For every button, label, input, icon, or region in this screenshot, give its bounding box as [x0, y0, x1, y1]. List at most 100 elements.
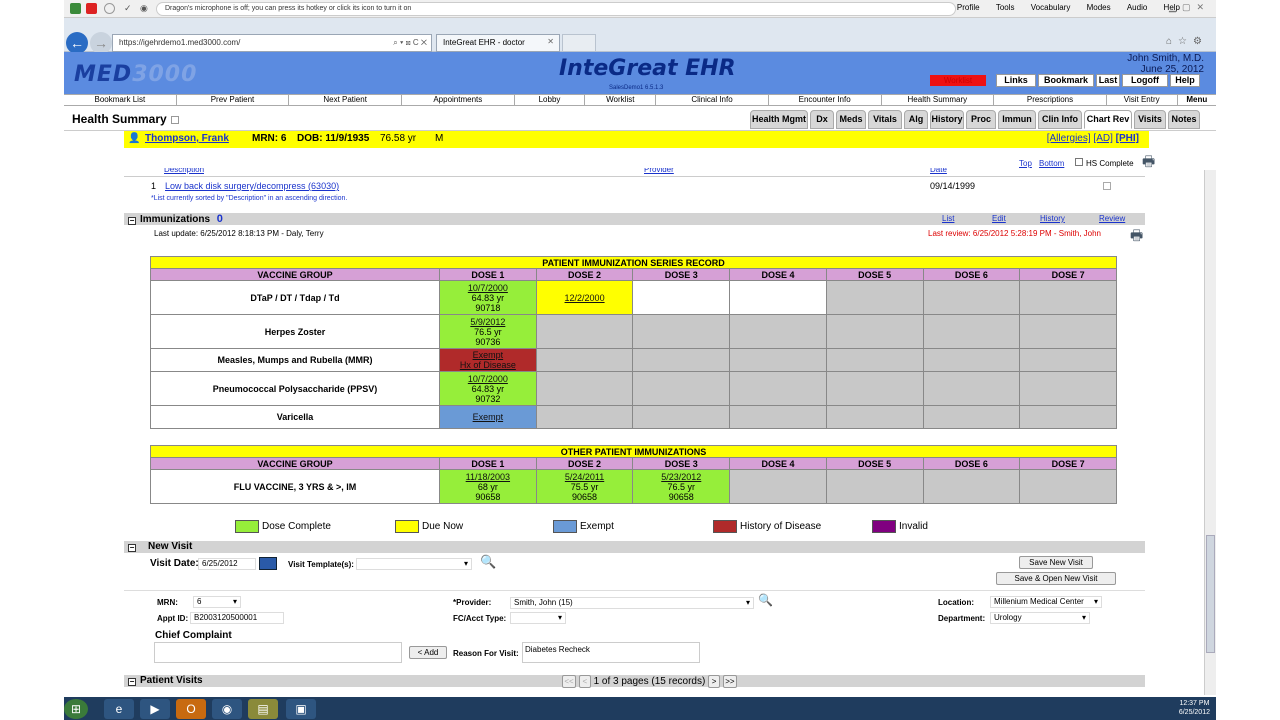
nav-health-summary[interactable]: Health Summary — [882, 95, 995, 105]
nav-encounter-info[interactable]: Encounter Info — [769, 95, 882, 105]
outlook-icon[interactable]: O — [176, 699, 206, 719]
tab-proc[interactable]: Proc — [966, 110, 996, 129]
search-icon[interactable]: 🔍 — [758, 593, 773, 607]
dose-cell-exempt[interactable]: Exempt — [439, 405, 537, 429]
tab-visits[interactable]: Visits — [1134, 110, 1166, 129]
dose-cell-complete[interactable]: 5/9/2012 76.5 yr 90736 — [439, 314, 537, 349]
bottom-link[interactable]: Bottom — [1039, 159, 1064, 168]
new-tab-button[interactable] — [562, 34, 596, 52]
nav-menu[interactable]: Menu — [1178, 95, 1216, 105]
nav-next-patient[interactable]: Next Patient — [289, 95, 402, 105]
forward-icon[interactable]: → — [90, 32, 112, 54]
save-new-visit-button[interactable]: Save New Visit — [1019, 556, 1093, 569]
nav-lobby[interactable]: Lobby — [515, 95, 586, 105]
tab-alg[interactable]: Alg — [904, 110, 928, 129]
procedure-link[interactable]: Low back disk surgery/decompress (63030) — [165, 181, 339, 191]
nav-bookmark-list[interactable]: Bookmark List — [64, 95, 177, 105]
search-icon[interactable]: 🔍 — [480, 554, 496, 570]
tab-vitals[interactable]: Vitals — [868, 110, 902, 129]
ie-icon[interactable]: e — [104, 699, 134, 719]
dragon-menu-audio[interactable]: Audio — [1127, 3, 1147, 12]
camera-icon[interactable]: ▣ — [286, 699, 316, 719]
department-select[interactable]: Urology — [990, 612, 1090, 624]
patient-name-link[interactable]: Thompson, Frank — [145, 133, 229, 144]
browser-tab[interactable]: InteGreat EHR - doctor ✕ — [436, 34, 560, 52]
fc-acct-select[interactable] — [510, 612, 566, 624]
printer-icon[interactable]: 🖶 — [1130, 225, 1143, 249]
dose-cell-complete[interactable]: 5/23/2012 76.5 yr 90658 — [632, 469, 731, 504]
calendar-icon[interactable] — [259, 557, 277, 570]
col-date[interactable]: Date — [930, 168, 947, 175]
tab-clin-info[interactable]: Clin Info — [1038, 110, 1082, 129]
nav-visit-entry[interactable]: Visit Entry — [1107, 95, 1178, 105]
tab-meds[interactable]: Meds — [836, 110, 866, 129]
dose-cell-complete[interactable]: 10/7/2000 64.83 yr 90732 — [439, 371, 537, 406]
history-link[interactable]: History — [1040, 213, 1065, 225]
tab-immun[interactable]: Immun — [998, 110, 1036, 129]
browser-icons[interactable]: ⌂☆⚙ — [1166, 36, 1208, 47]
worklist-button[interactable]: Worklist — [930, 75, 986, 86]
dose-cell-complete[interactable]: 11/18/2003 68 yr 90658 — [439, 469, 537, 504]
collapse-icon[interactable]: − — [128, 678, 136, 686]
dragon-menu-vocabulary[interactable]: Vocabulary — [1031, 3, 1071, 12]
tab-health-mgmt[interactable]: Health Mgmt — [750, 110, 808, 129]
col-description[interactable]: Description — [164, 168, 204, 175]
help-button[interactable]: Help — [1170, 74, 1200, 87]
tab-history[interactable]: History — [930, 110, 964, 129]
dragon-menu-tools[interactable]: Tools — [996, 3, 1015, 12]
col-provider[interactable]: Provider — [644, 168, 674, 175]
bookmark-button[interactable]: Bookmark — [1038, 74, 1094, 87]
mrn-select[interactable]: 6 — [193, 596, 241, 608]
dragon-menu-modes[interactable]: Modes — [1087, 3, 1111, 12]
record-icon[interactable] — [104, 3, 115, 14]
dose-cell-complete[interactable]: 10/7/2000 64.83 yr 90718 — [439, 280, 537, 315]
save-open-new-visit-button[interactable]: Save & Open New Visit — [996, 572, 1116, 585]
appt-id-input[interactable]: B2003120500001 — [190, 612, 284, 624]
first-page-button[interactable]: << — [562, 675, 576, 688]
dose-cell-due[interactable]: 12/2/2000 — [535, 280, 634, 315]
last-button[interactable]: Last — [1096, 74, 1120, 87]
tab-chart-rev[interactable]: Chart Rev — [1084, 110, 1132, 129]
close-icon[interactable]: ✕ — [547, 37, 554, 46]
scrollbar-thumb[interactable] — [1206, 535, 1215, 653]
prev-page-button[interactable]: < — [578, 675, 591, 688]
search-icon[interactable]: ⌕ ▾ ⊠ C ✕ — [393, 38, 427, 48]
check-icon[interactable]: ✓ — [124, 3, 135, 14]
nav-clinical-info[interactable]: Clinical Info — [656, 95, 769, 105]
location-select[interactable]: Millenium Medical Center — [990, 596, 1102, 608]
start-button[interactable]: ⊞ — [64, 699, 88, 719]
dose-cell-empty[interactable] — [729, 280, 827, 315]
tab-dx[interactable]: Dx — [810, 110, 834, 129]
nav-prev-patient[interactable]: Prev Patient — [177, 95, 290, 105]
tab-notes[interactable]: Notes — [1168, 110, 1200, 129]
scrollbar[interactable] — [1204, 170, 1216, 695]
speaker-icon[interactable]: ◉ — [140, 3, 151, 14]
list-link[interactable]: List — [942, 213, 954, 225]
top-link[interactable]: Top — [1019, 159, 1032, 168]
ad-link[interactable]: [AD] — [1093, 133, 1112, 144]
edit-link[interactable]: Edit — [992, 213, 1006, 225]
review-link[interactable]: Review — [1099, 213, 1125, 225]
dose-cell-empty[interactable] — [632, 280, 731, 315]
reason-input[interactable]: Diabetes Recheck — [522, 642, 700, 663]
back-icon[interactable]: ← — [66, 32, 88, 54]
last-page-button[interactable]: >> — [722, 675, 737, 688]
nav-worklist[interactable]: Worklist — [585, 95, 657, 105]
row-checkbox[interactable] — [1103, 182, 1111, 190]
links-button[interactable]: Links — [996, 74, 1036, 87]
allergies-link[interactable]: [Allergies] — [1047, 133, 1091, 144]
logoff-button[interactable]: Logoff — [1122, 74, 1168, 87]
dose-cell-history[interactable]: Exempt Hx of Disease — [439, 348, 537, 372]
dragon-icon[interactable]: ◉ — [212, 699, 242, 719]
microphone-icon[interactable] — [86, 3, 97, 14]
phi-link[interactable]: [PHI] — [1116, 133, 1139, 144]
window-controls[interactable]: ▁▢✕ — [1169, 2, 1210, 13]
collapse-icon[interactable]: − — [128, 544, 136, 552]
next-page-button[interactable]: > — [708, 675, 721, 688]
address-bar[interactable]: https://igehrdemo1.med3000.com/ ⌕ ▾ ⊠ C ✕ — [112, 34, 432, 52]
nav-prescriptions[interactable]: Prescriptions — [994, 95, 1107, 105]
collapse-icon[interactable] — [170, 115, 179, 124]
dragon-menu-profile[interactable]: Profile — [957, 3, 980, 12]
nav-appointments[interactable]: Appointments — [402, 95, 515, 105]
add-button[interactable]: < Add — [409, 646, 447, 659]
